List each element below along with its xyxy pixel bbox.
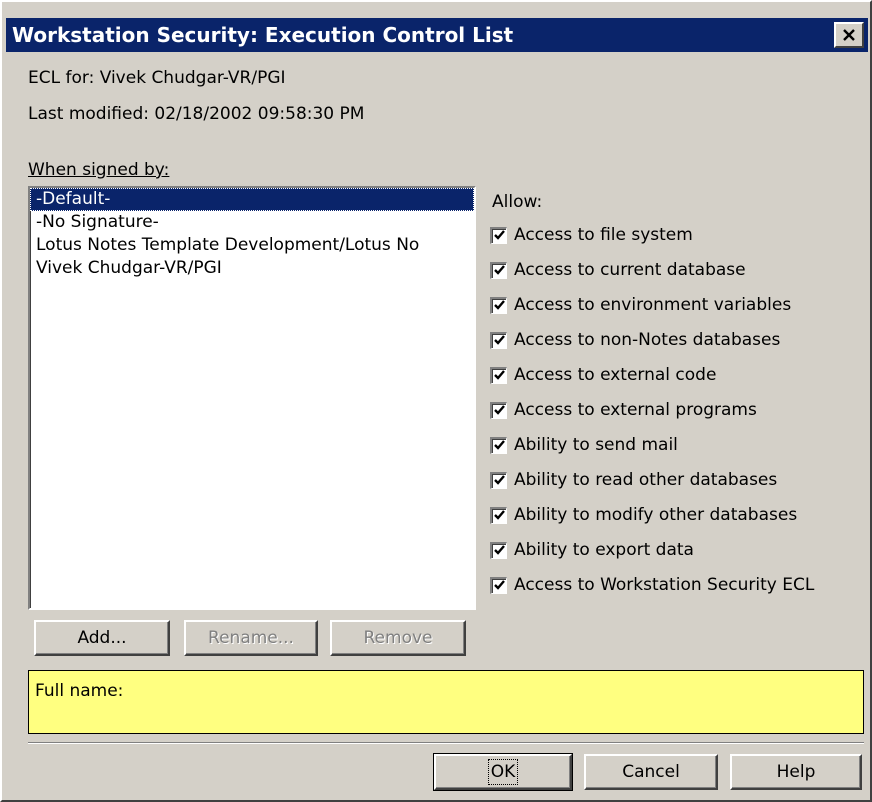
check-icon <box>493 580 505 590</box>
list-item[interactable]: Vivek Chudgar-VR/PGI <box>30 257 474 280</box>
check-icon <box>493 335 505 345</box>
checkbox-label: Access to external code <box>514 365 717 385</box>
signed-by-label: When signed by: <box>28 160 169 180</box>
list-item[interactable]: Lotus Notes Template Development/Lotus N… <box>30 234 474 257</box>
checkbox-workstation-security-ecl[interactable]: Access to Workstation Security ECL <box>490 572 814 598</box>
checkbox-send-mail[interactable]: Ability to send mail <box>490 432 678 458</box>
close-button[interactable] <box>834 22 864 48</box>
checkbox-box[interactable] <box>490 331 507 349</box>
checkbox-box[interactable] <box>490 506 507 524</box>
checkbox-access-non-notes-databases[interactable]: Access to non-Notes databases <box>490 327 780 353</box>
checkbox-read-other-databases[interactable]: Ability to read other databases <box>490 467 777 493</box>
separator <box>28 742 864 744</box>
checkbox-box[interactable] <box>490 541 507 559</box>
checkbox-box[interactable] <box>490 296 507 314</box>
add-button[interactable]: Add... <box>34 620 170 656</box>
checkbox-box[interactable] <box>490 226 507 244</box>
checkbox-label: Ability to read other databases <box>514 470 778 490</box>
last-modified-text: Last modified: 02/18/2002 09:58:30 PM <box>28 104 365 124</box>
title-bar[interactable]: Workstation Security: Execution Control … <box>6 18 868 52</box>
checkbox-label: Access to non-Notes databases <box>514 330 781 350</box>
checkbox-box[interactable] <box>490 261 507 279</box>
checkbox-access-current-database[interactable]: Access to current database <box>490 257 746 283</box>
checkbox-label: Ability to send mail <box>514 435 678 455</box>
checkbox-access-external-programs[interactable]: Access to external programs <box>490 397 757 423</box>
window-title: Workstation Security: Execution Control … <box>12 23 514 47</box>
check-icon <box>493 405 505 415</box>
checkbox-label: Access to Workstation Security ECL <box>514 575 815 595</box>
checkbox-label: Ability to modify other databases <box>514 505 798 525</box>
ecl-dialog: Workstation Security: Execution Control … <box>0 0 872 802</box>
full-name-box: Full name: <box>28 670 864 734</box>
full-name-label: Full name: <box>35 681 124 701</box>
check-icon <box>493 370 505 380</box>
rename-button[interactable]: Rename... <box>184 620 318 656</box>
ok-button[interactable]: OK <box>433 753 573 791</box>
checkbox-access-file-system[interactable]: Access to file system <box>490 222 693 248</box>
check-icon <box>493 475 505 485</box>
checkbox-box[interactable] <box>490 576 507 594</box>
allow-label: Allow: <box>492 192 543 212</box>
check-icon <box>493 545 505 555</box>
cancel-button[interactable]: Cancel <box>584 754 718 790</box>
checkbox-box[interactable] <box>490 471 507 489</box>
check-icon <box>493 230 505 240</box>
list-item[interactable]: -Default- <box>30 188 474 211</box>
check-icon <box>493 510 505 520</box>
ok-button-label: OK <box>487 759 519 785</box>
checkbox-box[interactable] <box>490 366 507 384</box>
checkbox-label: Ability to export data <box>514 540 694 560</box>
ecl-for-text: ECL for: Vivek Chudgar-VR/PGI <box>28 68 286 88</box>
checkbox-label: Access to environment variables <box>514 295 792 315</box>
check-icon <box>493 265 505 275</box>
checkbox-access-environment-variables[interactable]: Access to environment variables <box>490 292 791 318</box>
close-icon <box>843 29 855 41</box>
checkbox-label: Access to file system <box>514 225 693 245</box>
list-item[interactable]: -No Signature- <box>30 211 474 234</box>
checkbox-label: Access to current database <box>514 260 746 280</box>
remove-button[interactable]: Remove <box>330 620 466 656</box>
checkbox-export-data[interactable]: Ability to export data <box>490 537 694 563</box>
checkbox-modify-other-databases[interactable]: Ability to modify other databases <box>490 502 797 528</box>
signers-listbox[interactable]: -Default- -No Signature- Lotus Notes Tem… <box>28 186 476 610</box>
signed-by-mnemonic: When signed by: <box>28 160 170 180</box>
help-button[interactable]: Help <box>730 754 862 790</box>
checkbox-box[interactable] <box>490 401 507 419</box>
checkbox-box[interactable] <box>490 436 507 454</box>
checkbox-label: Access to external programs <box>514 400 757 420</box>
check-icon <box>493 300 505 310</box>
check-icon <box>493 440 505 450</box>
checkbox-access-external-code[interactable]: Access to external code <box>490 362 716 388</box>
